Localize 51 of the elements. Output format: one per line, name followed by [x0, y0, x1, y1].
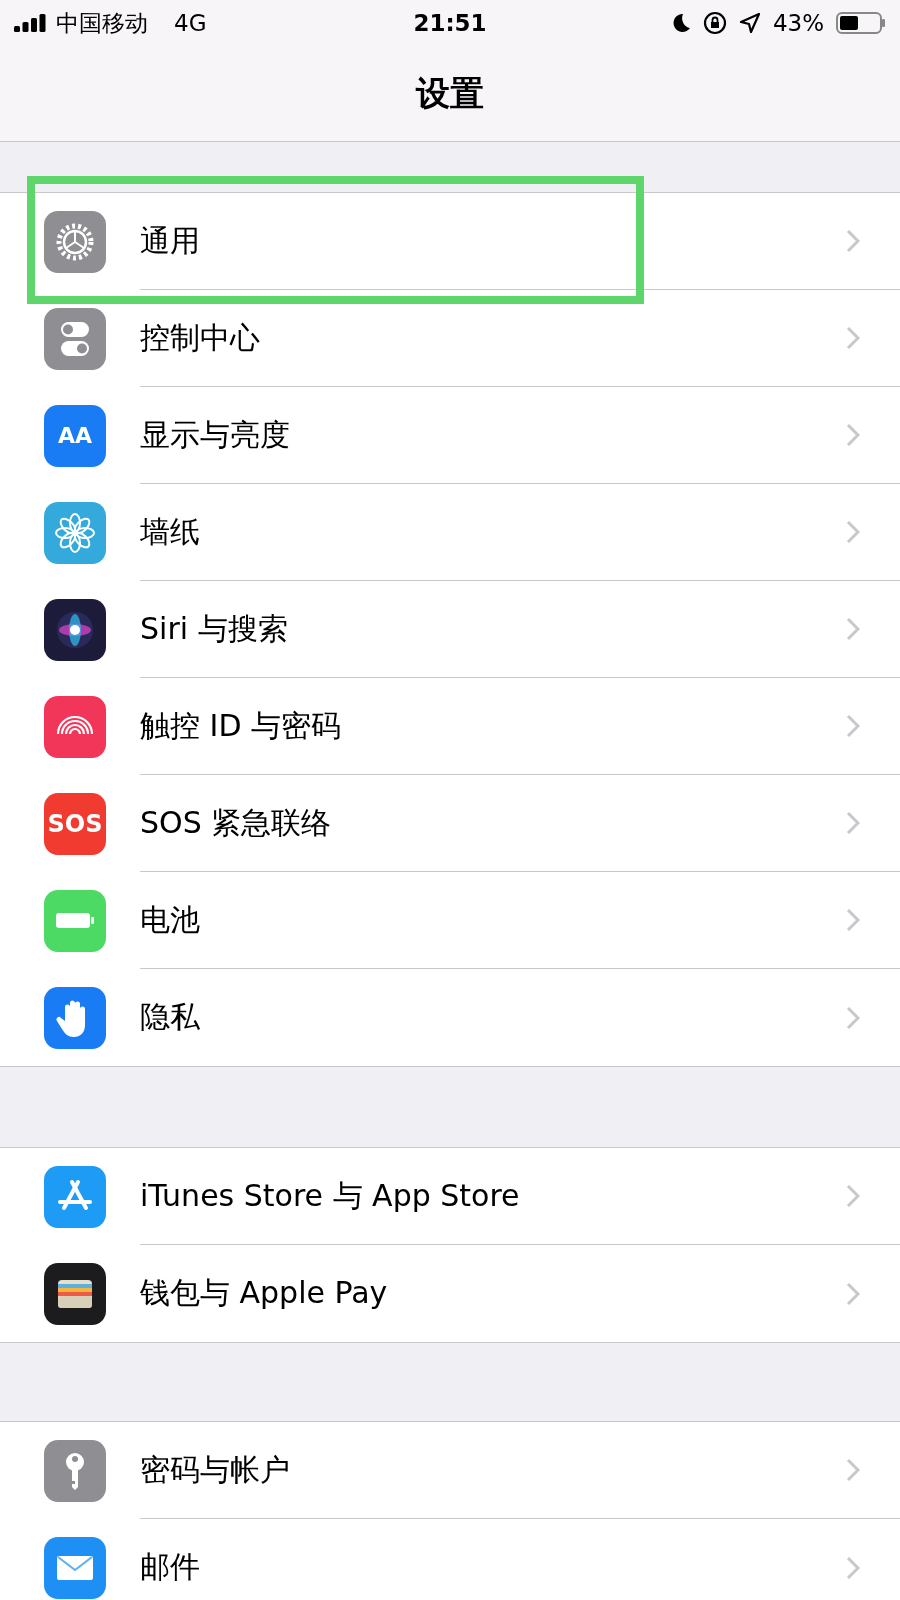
- chevron-icon: [846, 1555, 860, 1580]
- chevron-icon: [846, 520, 860, 544]
- settings-row[interactable]: Siri 与搜索: [0, 581, 900, 678]
- chevron-icon: [846, 714, 860, 738]
- settings-row[interactable]: 邮件: [0, 1519, 900, 1600]
- row-label: 墙纸: [140, 512, 201, 551]
- clock-time: 21:51: [413, 10, 487, 36]
- settings-row[interactable]: AA 显示与亮度: [0, 387, 900, 484]
- network-type: 4G: [174, 10, 207, 36]
- settings-row[interactable]: 密码与帐户: [0, 1422, 900, 1519]
- icon-glyph: SOS: [47, 809, 103, 838]
- row-label: 隐私: [140, 998, 201, 1036]
- carrier-name: 中国移动: [56, 8, 148, 38]
- row-label: Siri 与搜索: [140, 609, 289, 648]
- row-label: 钱包与 Apple Pay: [140, 1274, 389, 1312]
- settings-row[interactable]: 钱包与 Apple Pay: [0, 1245, 900, 1342]
- chevron-icon: [846, 1005, 860, 1030]
- settings-row[interactable]: 控制中心: [0, 290, 900, 387]
- chevron-icon: [846, 617, 860, 641]
- battery-icon: [56, 913, 94, 928]
- settings-row[interactable]: 电池: [0, 872, 900, 969]
- row-label: 密码与帐户: [140, 1450, 291, 1489]
- settings-row[interactable]: 墙纸: [0, 484, 900, 581]
- chevron-icon: [846, 423, 860, 447]
- row-label: 控制中心: [140, 318, 261, 357]
- row-label: 触控 ID 与密码: [140, 706, 343, 745]
- location-arrow-icon: [738, 12, 761, 34]
- battery-icon: [836, 11, 886, 35]
- row-label: SOS 紧急联络: [140, 803, 333, 842]
- signal-icon: [14, 14, 48, 32]
- chevron-icon: [846, 1281, 860, 1306]
- row-label: 通用: [140, 221, 201, 260]
- row-label: 电池: [140, 900, 201, 939]
- settings-row[interactable]: 隐私: [0, 969, 900, 1066]
- chevron-icon: [846, 326, 860, 350]
- chevron-icon: [846, 1458, 860, 1482]
- nav-title: 设置: [416, 71, 484, 115]
- chevron-icon: [846, 908, 860, 932]
- chevron-icon: [846, 1184, 860, 1208]
- chevron-icon: [846, 229, 860, 253]
- settings-row[interactable]: iTunes Store 与 App Store: [0, 1148, 900, 1245]
- icon-glyph: AA: [57, 423, 93, 448]
- settings-row[interactable]: SOS SOS 紧急联络: [0, 775, 900, 872]
- row-label: 显示与亮度: [140, 415, 291, 454]
- battery-percent: 43%: [772, 10, 824, 36]
- settings-row[interactable]: 触控 ID 与密码: [0, 678, 900, 775]
- rotation-lock-icon: [702, 11, 727, 35]
- row-label: iTunes Store 与 App Store: [140, 1176, 521, 1215]
- row-label: 邮件: [140, 1548, 201, 1586]
- chevron-icon: [846, 811, 860, 835]
- settings-row[interactable]: 通用: [0, 193, 900, 290]
